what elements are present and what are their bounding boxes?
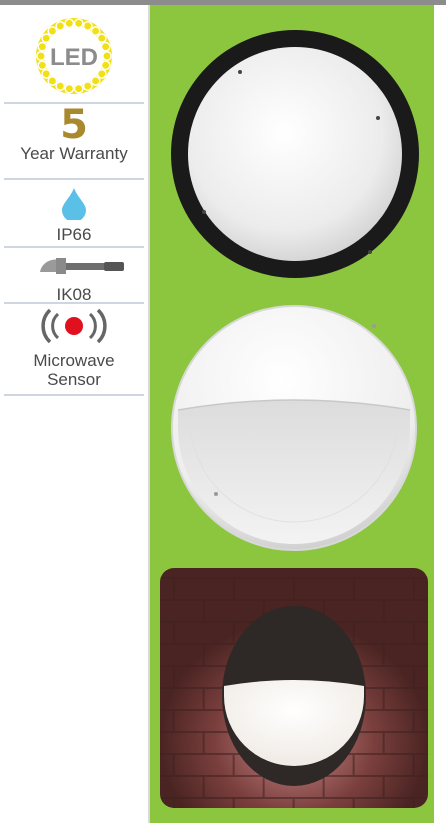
- led-dot: [100, 41, 111, 52]
- hammer-icon: [40, 258, 124, 274]
- led-dot: [37, 60, 48, 71]
- warranty-feature: 5 Year Warranty: [0, 102, 148, 176]
- led-dot: [96, 33, 107, 44]
- led-dot: [102, 51, 112, 61]
- led-dot: [55, 81, 66, 91]
- right-margin: [434, 5, 446, 823]
- led-bulb-ring-icon: LED: [36, 18, 112, 94]
- feature-separator: [4, 178, 144, 180]
- led-dot: [36, 51, 46, 61]
- led-dot: [47, 26, 58, 37]
- led-dot: [100, 60, 111, 71]
- led-dot: [90, 75, 101, 86]
- sensor-label-line1: Microwave: [33, 351, 115, 370]
- led-dot: [64, 83, 75, 94]
- led-dot: [55, 21, 66, 31]
- sensor-feature: Microwave Sensor: [0, 306, 148, 392]
- microwave-sensor-icon: [41, 308, 107, 344]
- feature-separator: [4, 302, 144, 304]
- led-dot: [41, 33, 52, 44]
- led-dot: [82, 21, 93, 31]
- led-label: LED: [50, 44, 98, 71]
- warranty-label: Year Warranty: [20, 144, 128, 163]
- installed-wall-light-photo: [160, 568, 428, 808]
- water-drop-icon: [62, 188, 86, 222]
- sensor-label-line2: Sensor: [47, 370, 101, 389]
- led-dot: [73, 83, 84, 94]
- led-feature: LED: [0, 8, 148, 100]
- ip-feature: IP66: [0, 184, 148, 244]
- led-dot: [64, 18, 75, 29]
- feature-separator: [4, 246, 144, 248]
- warranty-number: 5: [60, 102, 88, 148]
- led-dot: [90, 26, 101, 37]
- led-dot: [73, 18, 84, 29]
- feature-separator: [4, 394, 144, 396]
- ip-label: IP66: [56, 225, 92, 244]
- ik-feature: IK08: [0, 252, 148, 304]
- black-trim-bulkhead-image: [171, 30, 419, 278]
- led-dot: [37, 41, 48, 52]
- led-dot: [82, 81, 93, 91]
- brick-wall-scene: [160, 568, 428, 808]
- led-dot: [47, 75, 58, 86]
- white-eyelid-bulkhead-image: [171, 305, 417, 551]
- led-dot: [96, 68, 107, 79]
